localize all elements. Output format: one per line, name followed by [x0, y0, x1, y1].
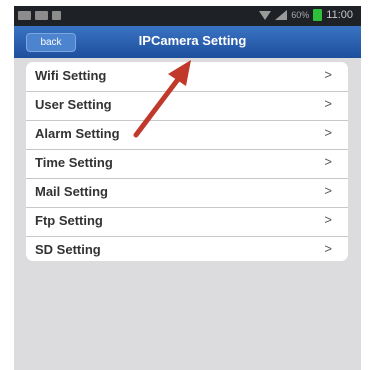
status-bar: 60% 11:00	[14, 6, 361, 26]
menu-item-wifi-setting[interactable]: Wifi Setting >	[26, 62, 348, 92]
menu-item-label: Time Setting	[35, 155, 113, 170]
battery-percent: 60%	[291, 10, 310, 20]
menu-item-label: Alarm Setting	[35, 126, 120, 141]
clock: 11:00	[326, 9, 353, 21]
menu-item-user-setting[interactable]: User Setting >	[26, 91, 348, 121]
menu-item-label: SD Setting	[35, 242, 101, 257]
menu-item-alarm-setting[interactable]: Alarm Setting >	[26, 120, 348, 150]
message-notification-icon	[35, 11, 48, 20]
bag-notification-icon	[52, 11, 61, 20]
menu-item-mail-setting[interactable]: Mail Setting >	[26, 178, 348, 208]
menu-item-time-setting[interactable]: Time Setting >	[26, 149, 348, 179]
battery-icon	[313, 9, 323, 21]
chevron-right-icon: >	[324, 96, 332, 111]
page-title: IPCamera Setting	[138, 33, 247, 48]
chevron-right-icon: >	[324, 212, 332, 227]
signal-icon	[275, 10, 288, 20]
chevron-right-icon: >	[324, 67, 332, 82]
title-bar: back IPCamera Setting	[14, 26, 361, 58]
chevron-right-icon: >	[324, 183, 332, 198]
chevron-right-icon: >	[324, 125, 332, 140]
menu-item-ftp-setting[interactable]: Ftp Setting >	[26, 207, 348, 237]
notification-icons	[18, 11, 61, 20]
menu-item-label: Wifi Setting	[35, 68, 107, 83]
wifi-icon	[259, 10, 272, 20]
phone-screen: 60% 11:00 back IPCamera Setting Wifi Set…	[14, 6, 361, 370]
menu-item-sd-setting[interactable]: SD Setting >	[26, 236, 348, 261]
image-notification-icon	[18, 11, 31, 20]
menu-item-label: Mail Setting	[35, 184, 108, 199]
chevron-right-icon: >	[324, 154, 332, 169]
menu-item-label: Ftp Setting	[35, 213, 103, 228]
status-indicators: 60% 11:00	[259, 9, 353, 21]
chevron-right-icon: >	[324, 241, 332, 256]
settings-menu: Wifi Setting > User Setting > Alarm Sett…	[26, 62, 348, 261]
menu-item-label: User Setting	[35, 97, 112, 112]
